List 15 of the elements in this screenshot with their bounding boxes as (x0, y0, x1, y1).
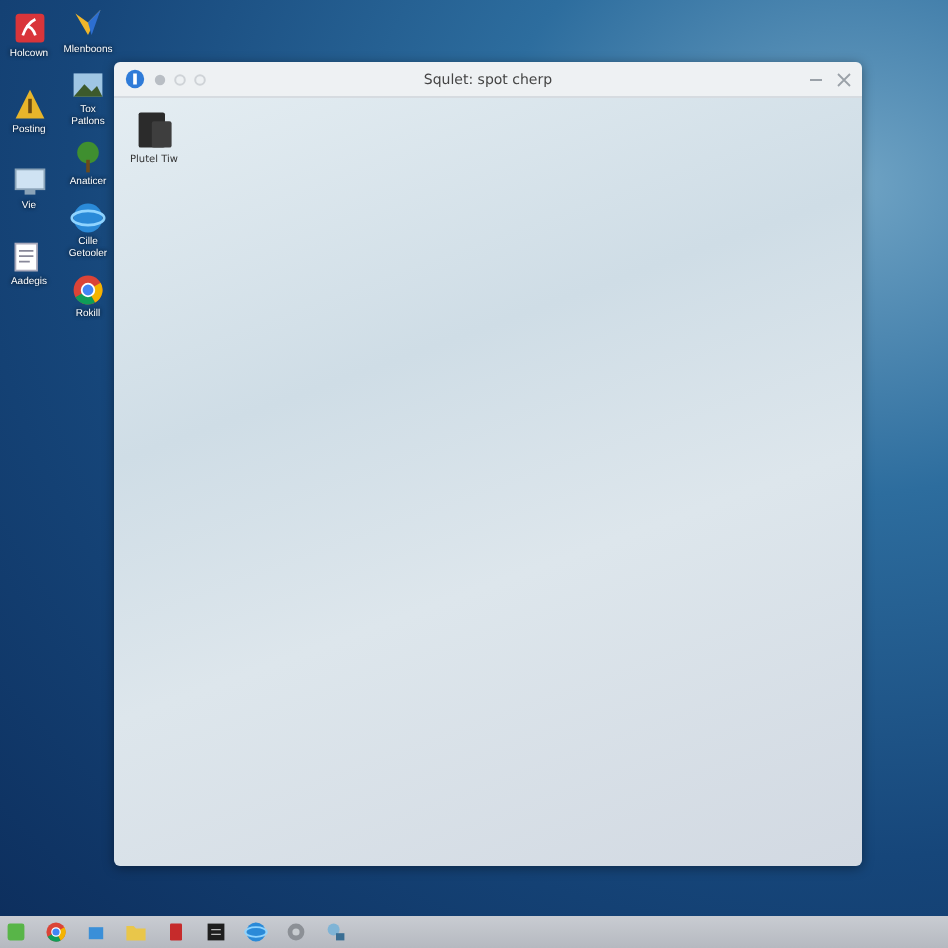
disc-icon[interactable] (284, 920, 308, 944)
close-icon[interactable] (835, 71, 852, 87)
triangle-icon[interactable] (11, 88, 47, 124)
app-tile-icon[interactable] (164, 920, 188, 944)
browser-icon[interactable] (70, 272, 106, 308)
network-icon[interactable] (324, 920, 348, 944)
window-dot-icon[interactable] (174, 73, 186, 85)
app-icon (124, 68, 146, 90)
window-dot-icon[interactable] (194, 73, 206, 85)
app-tile-icon[interactable] (204, 920, 228, 944)
globe-icon[interactable] (70, 200, 106, 236)
app-tile-icon[interactable] (11, 12, 47, 48)
window-dot-icon[interactable] (154, 73, 166, 85)
app-tile-icon[interactable] (4, 920, 28, 944)
monitor-icon[interactable] (11, 164, 47, 200)
